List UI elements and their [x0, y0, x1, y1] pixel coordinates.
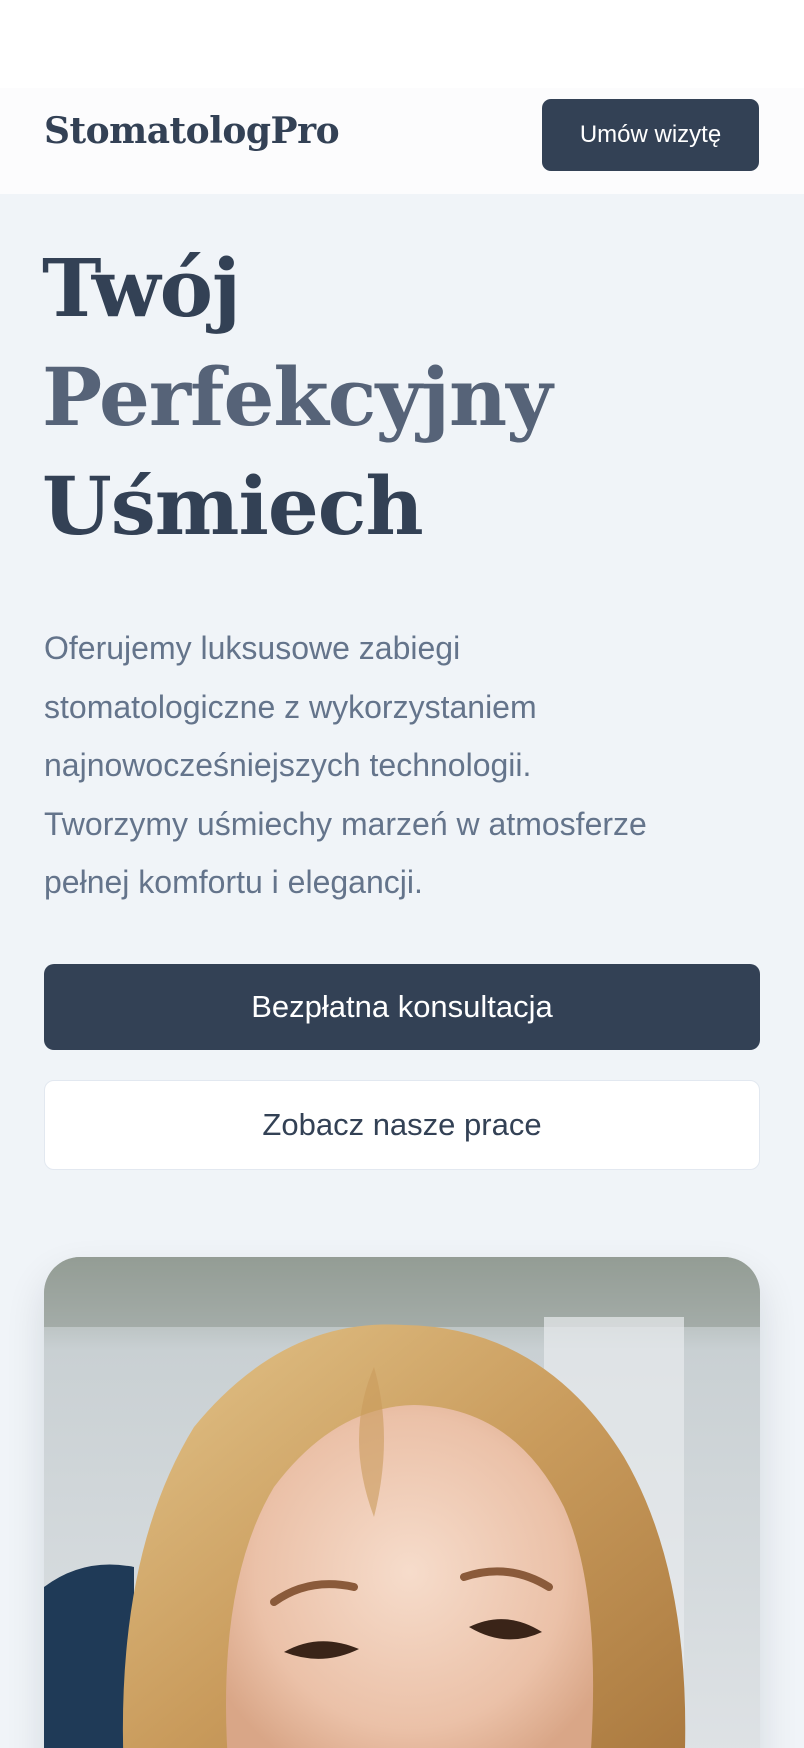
hero-headline: Twój Perfekcyjny Uśmiech	[42, 234, 553, 561]
top-spacer	[0, 0, 804, 88]
description-line: stomatologiczne z wykorzystaniem	[44, 688, 537, 725]
description-line: Oferujemy luksusowe zabiegi	[44, 630, 461, 666]
description-line: pełnej komfortu i elegancji.	[44, 864, 423, 900]
description-line: najnowocześniejszych technologii.	[44, 747, 532, 783]
free-consultation-button[interactable]: Bezpłatna konsultacja	[44, 964, 760, 1050]
logo[interactable]: StomatologPro	[44, 110, 340, 153]
hero-description: Oferujemy luksusowe zabiegi stomatologic…	[44, 619, 764, 912]
site-header: StomatologPro Umów wizytę	[0, 88, 804, 194]
description-line: Tworzymy uśmiechy marzeń w atmosferze	[44, 805, 647, 842]
smiling-woman-photo	[44, 1257, 760, 1748]
hero-photo	[44, 1257, 760, 1748]
view-our-work-button[interactable]: Zobacz nasze prace	[44, 1080, 760, 1170]
headline-line-1: Twój	[42, 241, 241, 335]
headline-line-3: Uśmiech	[42, 459, 424, 553]
headline-line-2: Perfekcyjny	[42, 350, 553, 444]
hero-section: Twój Perfekcyjny Uśmiech Oferujemy luksu…	[0, 194, 804, 1748]
book-appointment-button[interactable]: Umów wizytę	[542, 99, 759, 171]
